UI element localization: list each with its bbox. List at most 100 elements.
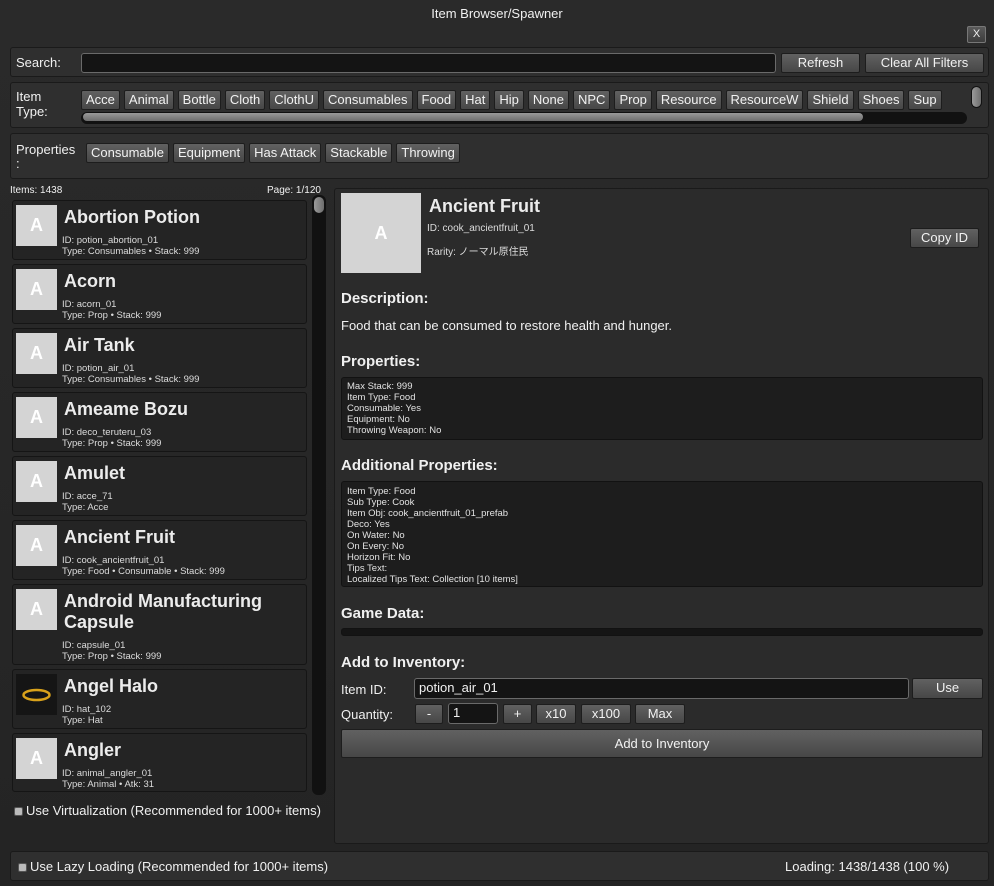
additional-line: Tips Text:	[347, 563, 388, 574]
chip-resource[interactable]: Resource	[655, 90, 722, 110]
list-item[interactable]: A Abortion Potion ID: potion_abortion_01…	[12, 200, 307, 260]
item-name: Angel Halo	[64, 676, 159, 696]
item-id: ID: potion_abortion_01	[62, 235, 159, 246]
item-id-input[interactable]: potion_air_01	[414, 678, 909, 699]
item-thumbnail: A	[16, 461, 57, 502]
list-item[interactable]: A Air Tank ID: potion_air_01 Type: Consu…	[12, 328, 307, 388]
item-type-vscroll-thumb[interactable]	[972, 87, 981, 107]
item-type: Type: Hat	[62, 715, 103, 726]
chip-hat[interactable]: Hat	[460, 90, 491, 110]
item-list-scrollbar[interactable]	[312, 195, 326, 795]
item-list-scrollbar-thumb[interactable]	[314, 197, 324, 213]
page-indicator: Page: 1/120	[267, 185, 321, 196]
item-thumbnail: A	[16, 525, 57, 566]
item-type: Type: Prop • Stack: 999	[62, 310, 162, 321]
chip-npc[interactable]: NPC	[572, 90, 611, 110]
close-button[interactable]: X	[967, 26, 986, 43]
property-line: Item Type: Food	[347, 392, 416, 403]
list-item[interactable]: A Amulet ID: acce_71 Type: Acce	[12, 456, 307, 516]
item-id-label: Item ID:	[341, 682, 387, 697]
chip-resourcew[interactable]: ResourceW	[725, 90, 804, 110]
search-panel: Search: Refresh Clear All Filters	[10, 47, 989, 77]
item-type: Type: Prop • Stack: 999	[62, 651, 162, 662]
chip-clothu[interactable]: ClothU	[269, 90, 320, 110]
quantity-minus-button[interactable]: -	[415, 704, 443, 724]
item-type: Type: Food • Consumable • Stack: 999	[62, 566, 225, 577]
window-title: Item Browser/Spawner	[431, 6, 563, 21]
game-data-box	[341, 628, 983, 636]
item-thumbnail: A	[16, 589, 57, 630]
chip-has-attack[interactable]: Has Attack	[249, 143, 322, 163]
virtualization-toggle[interactable]: Use Virtualization (Recommended for 1000…	[14, 803, 321, 818]
chip-food[interactable]: Food	[416, 90, 457, 110]
lazy-loading-checkbox[interactable]	[18, 863, 27, 872]
description-title: Description:	[341, 290, 429, 307]
refresh-button[interactable]: Refresh	[781, 53, 860, 73]
quantity-x10-button[interactable]: x10	[536, 704, 576, 724]
list-item[interactable]: A Angler ID: animal_angler_01 Type: Anim…	[12, 733, 307, 792]
chip-sup[interactable]: Sup	[908, 90, 942, 110]
chip-bottle[interactable]: Bottle	[177, 90, 221, 110]
list-item[interactable]: A Android Manufacturing Capsule ID: caps…	[12, 584, 307, 665]
quantity-max-button[interactable]: Max	[635, 704, 685, 724]
search-input[interactable]	[81, 53, 776, 73]
list-item[interactable]: Angel Halo ID: hat_102 Type: Hat	[12, 669, 307, 729]
item-type-hscroll-thumb[interactable]	[83, 113, 863, 121]
properties-label-line1: Properties	[16, 142, 76, 157]
item-type-vscroll[interactable]	[971, 86, 982, 108]
properties-box: Max Stack: 999 Item Type: Food Consumabl…	[341, 377, 983, 440]
item-id: ID: hat_102	[62, 704, 112, 715]
chip-animal[interactable]: Animal	[123, 90, 174, 110]
additional-line: Sub Type: Cook	[347, 497, 415, 508]
quantity-x100-button[interactable]: x100	[581, 704, 631, 724]
detail-id: ID: cook_ancientfruit_01	[427, 223, 535, 234]
chip-acce[interactable]: Acce	[81, 90, 120, 110]
chip-prop[interactable]: Prop	[614, 90, 652, 110]
chip-shield[interactable]: Shield	[807, 90, 854, 110]
description-text: Food that can be consumed to restore hea…	[341, 318, 673, 333]
item-type: Type: Animal • Atk: 31	[62, 779, 155, 790]
chip-consumable[interactable]: Consumable	[86, 143, 169, 163]
add-inventory-title: Add to Inventory:	[341, 654, 466, 671]
chip-stackable[interactable]: Stackable	[325, 143, 393, 163]
additional-line: Deco: Yes	[347, 519, 390, 530]
copy-id-button[interactable]: Copy ID	[910, 228, 979, 248]
list-item[interactable]: A Ancient Fruit ID: cook_ancientfruit_01…	[12, 520, 307, 580]
lazy-loading-toggle[interactable]: Use Lazy Loading (Recommended for 1000+ …	[18, 859, 328, 874]
item-name: Amulet	[64, 463, 126, 483]
item-name-line2: Capsule	[64, 612, 135, 632]
virtualization-checkbox[interactable]	[14, 807, 23, 816]
item-id: ID: cook_ancientfruit_01	[62, 555, 165, 566]
halo-icon	[16, 674, 57, 715]
quantity-input[interactable]: 1	[448, 703, 498, 724]
additional-line: On Every: No	[347, 541, 405, 552]
properties-chips: Consumable Equipment Has Attack Stackabl…	[86, 143, 460, 163]
list-item[interactable]: A Acorn ID: acorn_01 Type: Prop • Stack:…	[12, 264, 307, 324]
additional-properties-title: Additional Properties:	[341, 457, 498, 474]
chip-none[interactable]: None	[527, 90, 569, 110]
properties-label-line2: :	[16, 156, 20, 171]
item-name: Air Tank	[64, 335, 135, 355]
list-item[interactable]: A Ameame Bozu ID: deco_teruteru_03 Type:…	[12, 392, 307, 452]
property-line: Consumable: Yes	[347, 403, 421, 414]
clear-filters-button[interactable]: Clear All Filters	[865, 53, 984, 73]
game-data-title: Game Data:	[341, 605, 425, 622]
item-type-hscroll[interactable]	[81, 112, 967, 124]
chip-throwing[interactable]: Throwing	[396, 143, 460, 163]
item-type: Type: Consumables • Stack: 999	[62, 374, 200, 385]
item-type-panel: Item Type: Acce Animal Bottle Cloth Clot…	[10, 82, 989, 128]
chip-consumables[interactable]: Consumables	[323, 90, 413, 110]
chip-shoes[interactable]: Shoes	[857, 90, 905, 110]
chip-cloth[interactable]: Cloth	[224, 90, 266, 110]
item-browser-window: Item Browser/Spawner X Search: Refresh C…	[0, 0, 994, 886]
item-name: Android Manufacturing	[64, 591, 262, 611]
item-name: Angler	[64, 740, 122, 760]
chip-hip[interactable]: Hip	[494, 90, 524, 110]
item-thumbnail: A	[16, 205, 57, 246]
item-id: ID: capsule_01	[62, 640, 126, 651]
chip-equipment[interactable]: Equipment	[173, 143, 246, 163]
use-button[interactable]: Use	[912, 678, 983, 699]
item-thumbnail: A	[16, 269, 57, 310]
quantity-plus-button[interactable]: +	[503, 704, 532, 724]
add-to-inventory-button[interactable]: Add to Inventory	[341, 729, 983, 758]
